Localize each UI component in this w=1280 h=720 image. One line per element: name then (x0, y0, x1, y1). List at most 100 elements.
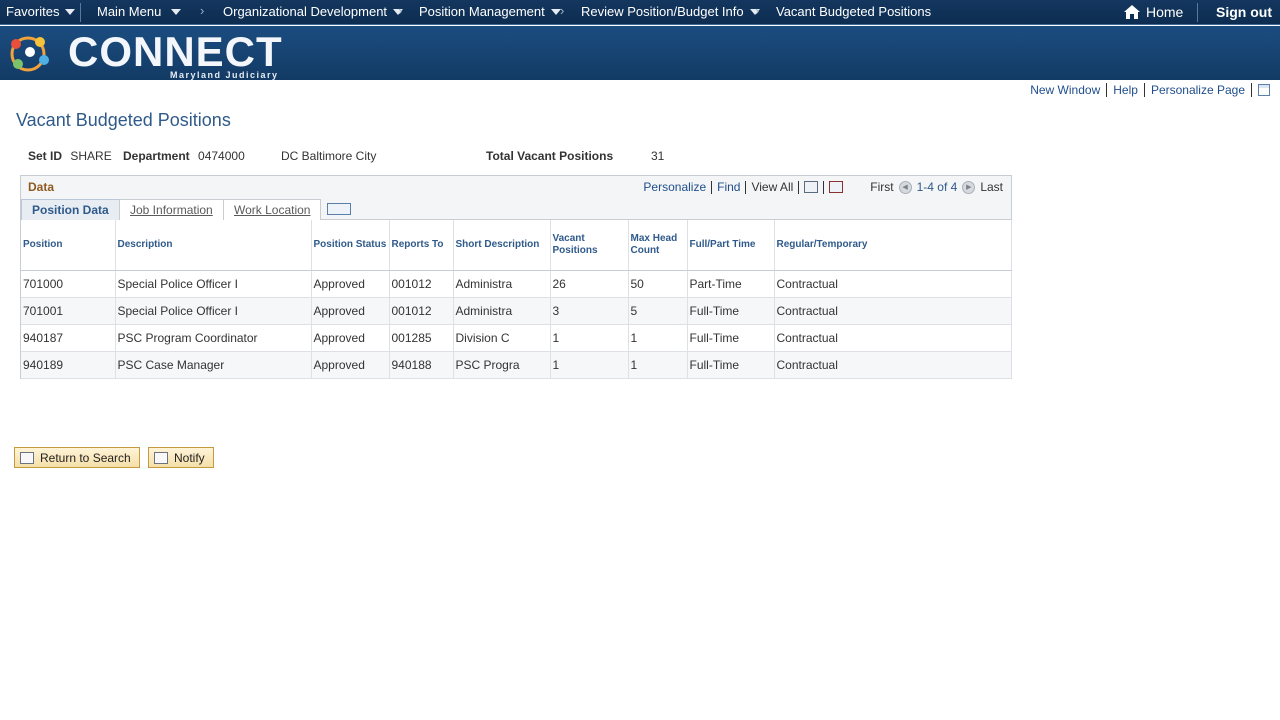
cell-full-part-time: Part-Time (687, 270, 775, 298)
cell-regular-temporary: Contractual (774, 351, 1012, 379)
tab-job-information[interactable]: Job Information (119, 199, 224, 220)
col-short-description[interactable]: Short Description (453, 220, 551, 271)
return-to-search-button[interactable]: Return to Search (14, 447, 140, 468)
previous-page-icon[interactable]: ◀ (898, 180, 912, 194)
last-label: Last (980, 180, 1003, 194)
cell-position-status: Approved (311, 351, 390, 379)
next-page-icon[interactable]: ▶ (962, 180, 976, 194)
cell-short-description: Administra (453, 270, 551, 298)
cell-vacant-positions: 1 (550, 324, 629, 352)
col-full-part-time[interactable]: Full/Part Time (687, 220, 775, 271)
grid-find-link[interactable]: Find (717, 180, 740, 194)
personalize-page-link[interactable]: Personalize Page (1151, 83, 1245, 97)
breadcrumb-separator-icon: › (755, 3, 760, 18)
main-menu[interactable]: Main Menu (97, 4, 182, 19)
cell-description: PSC Case Manager (115, 351, 312, 379)
cell-position: 940189 (21, 351, 116, 379)
cell-short-description: Administra (453, 297, 551, 325)
cell-reports-to: 940188 (389, 351, 454, 379)
cell-vacant-positions: 26 (550, 270, 629, 298)
link-separator (1106, 83, 1108, 97)
col-reports-to[interactable]: Reports To (389, 220, 454, 271)
logo-subtitle: Maryland Judiciary (170, 70, 279, 80)
cell-vacant-positions: 1 (550, 351, 629, 379)
cell-position-status: Approved (311, 324, 390, 352)
cell-max-head-count: 50 (628, 270, 688, 298)
setid-value: SHARE (70, 149, 112, 163)
col-regular-temporary[interactable]: Regular/Temporary (774, 220, 1012, 271)
setid-label: Set ID (28, 149, 63, 163)
home-link[interactable]: Home (1124, 4, 1183, 20)
grid-title: Data (28, 180, 55, 194)
view-all-link[interactable]: View All (751, 180, 793, 194)
cell-description: PSC Program Coordinator (115, 324, 312, 352)
nav-divider (80, 3, 81, 22)
help-link[interactable]: Help (1113, 83, 1138, 97)
col-description[interactable]: Description (115, 220, 312, 271)
col-position[interactable]: Position (21, 220, 116, 271)
cell-full-part-time: Full-Time (687, 351, 775, 379)
cell-vacant-positions: 3 (550, 297, 629, 325)
positions-table: Position Description Position Status Rep… (21, 220, 1012, 379)
notify-label: Notify (174, 450, 205, 465)
table-header-row: Position Description Position Status Rep… (21, 220, 1012, 271)
connect-logo-text: CONNECT (68, 28, 283, 75)
cell-short-description: Division C (453, 324, 551, 352)
cell-position-status: Approved (311, 297, 390, 325)
table-row: 701000 Special Police Officer I Approved… (21, 270, 1012, 298)
link-separator (1251, 83, 1252, 97)
sign-out-label: Sign out (1216, 4, 1272, 20)
grid-navigation: Personalize Find View All First ◀ 1-4 of… (643, 180, 1003, 194)
grid-nav-separator (798, 180, 800, 194)
cell-max-head-count: 1 (628, 351, 688, 379)
cell-regular-temporary: Contractual (774, 270, 1012, 298)
total-vacant-label-text: Total Vacant Positions (486, 149, 614, 163)
home-label: Home (1146, 4, 1184, 20)
breadcrumb-position-management[interactable]: Position Management (419, 4, 561, 19)
main-menu-label: Main Menu (97, 4, 162, 19)
total-vacant-value: 31 (651, 149, 665, 163)
breadcrumb-separator-icon: › (200, 3, 205, 18)
page-customize-icon[interactable] (1258, 84, 1270, 96)
home-icon (1124, 5, 1140, 19)
favorites-menu[interactable]: Favorites (6, 4, 76, 19)
breadcrumb-label: Position Management (419, 4, 545, 19)
show-all-columns-icon[interactable] (327, 203, 351, 215)
chevron-down-icon (65, 8, 76, 15)
cell-regular-temporary: Contractual (774, 297, 1012, 325)
breadcrumb-label: Organizational Development (223, 4, 388, 19)
grid-nav-separator (711, 180, 713, 194)
nav-divider (1197, 3, 1198, 22)
grid-tabs: Position Data Job Information Work Locat… (21, 198, 1011, 220)
download-excel-icon[interactable] (829, 181, 844, 193)
department-label: Department (123, 149, 190, 163)
cell-position: 701001 (21, 297, 116, 325)
new-window-link[interactable]: New Window (1030, 83, 1100, 97)
page-links: New Window Help Personalize Page (1030, 83, 1270, 97)
zoom-grid-icon[interactable] (804, 181, 819, 193)
col-position-status[interactable]: Position Status (311, 220, 390, 271)
breadcrumb-organizational-development[interactable]: Organizational Development (223, 4, 404, 19)
col-vacant-positions[interactable]: Vacant Positions (550, 220, 629, 271)
sign-out-link[interactable]: Sign out (1216, 4, 1272, 20)
cell-full-part-time: Full-Time (687, 324, 775, 352)
cell-position: 701000 (21, 270, 116, 298)
grid-nav-separator (823, 180, 825, 194)
total-vacant-label: Total Vacant Positions (486, 149, 613, 163)
top-navigation-bar: Favorites Main Menu › Organizational Dev… (0, 0, 1280, 25)
breadcrumb-current-page: Vacant Budgeted Positions (776, 4, 931, 19)
breadcrumb-review-position-budget-info[interactable]: Review Position/Budget Info (581, 4, 760, 19)
cell-full-part-time: Full-Time (687, 297, 775, 325)
favorites-label: Favorites (6, 4, 60, 19)
col-max-head-count[interactable]: Max Head Count (628, 220, 688, 271)
connect-logo-icon (10, 36, 49, 72)
breadcrumb-separator-icon: › (398, 3, 403, 18)
tab-position-data[interactable]: Position Data (21, 199, 120, 220)
cell-description: Special Police Officer I (115, 270, 312, 298)
grid-personalize-link[interactable]: Personalize (643, 180, 706, 194)
breadcrumb-label: Vacant Budgeted Positions (776, 4, 932, 19)
table-row: 940187 PSC Program Coordinator Approved … (21, 324, 1012, 352)
tab-work-location[interactable]: Work Location (223, 199, 322, 220)
table-row: 940189 PSC Case Manager Approved 940188 … (21, 351, 1012, 379)
notify-button[interactable]: Notify (148, 447, 214, 468)
